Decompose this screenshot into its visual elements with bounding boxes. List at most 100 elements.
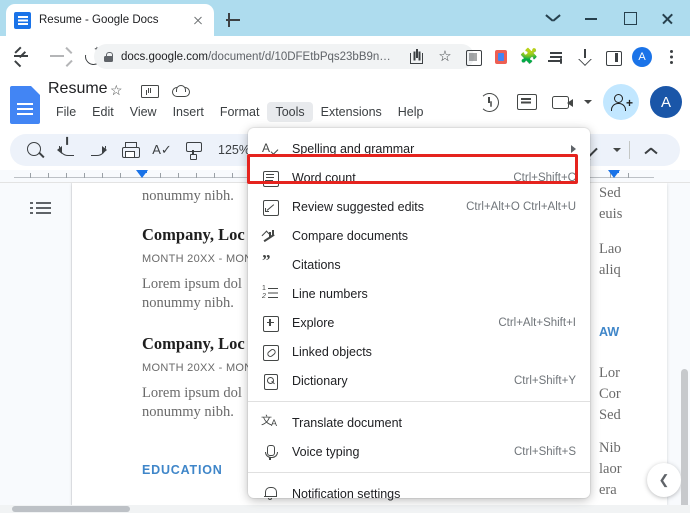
minimize-icon[interactable] bbox=[572, 3, 610, 33]
menu-tools[interactable]: Tools bbox=[267, 102, 312, 122]
menu-item-label: Line numbers bbox=[292, 287, 576, 301]
zoom-level[interactable]: 125% bbox=[218, 143, 250, 157]
url-path: /document/d/10DFEtbPqs23bB9n… bbox=[208, 51, 391, 63]
bookmark-star-icon[interactable]: ☆ bbox=[432, 44, 458, 70]
menu-item-translate-document[interactable]: Translate document bbox=[248, 408, 590, 437]
notification-settings-icon bbox=[260, 484, 280, 504]
redo-icon[interactable] bbox=[84, 136, 112, 164]
star-icon[interactable]: ☆ bbox=[110, 82, 127, 99]
menu-item-compare-documents[interactable]: Compare documents bbox=[248, 221, 590, 250]
menu-item-label: Explore bbox=[292, 316, 498, 330]
doc-paragraph: euis bbox=[599, 204, 689, 225]
menu-item-label: Linked objects bbox=[292, 345, 576, 359]
browser-window: Resume - Google Docs docs.google.com/doc… bbox=[0, 0, 690, 513]
citations-icon bbox=[260, 255, 280, 275]
forward-arrow-icon bbox=[42, 41, 72, 71]
right-indent-marker[interactable] bbox=[608, 170, 620, 181]
vertical-scrollbar[interactable] bbox=[681, 369, 688, 505]
menu-item-word-count[interactable]: Word count Ctrl+Shift+C bbox=[248, 163, 590, 192]
doc-paragraph: Lor bbox=[599, 363, 689, 384]
move-to-folder-icon[interactable] bbox=[141, 82, 158, 99]
menu-item-line-numbers[interactable]: 2 Line numbers bbox=[248, 279, 590, 308]
chevron-down-icon[interactable] bbox=[584, 100, 592, 104]
share-button[interactable]: + bbox=[603, 84, 639, 120]
puzzle-icon[interactable]: 🧩 bbox=[516, 44, 542, 70]
menu-item-notification-settings[interactable]: Notification settings bbox=[248, 479, 590, 508]
menu-item-spelling-and-grammar[interactable]: Spelling and grammar bbox=[248, 134, 590, 163]
browser-action-icons: ☆ 🧩 A bbox=[404, 44, 684, 70]
avatar[interactable]: A bbox=[650, 86, 682, 118]
menu-item-label: Notification settings bbox=[292, 487, 576, 501]
menu-item-dictionary[interactable]: Dictionary Ctrl+Shift+Y bbox=[248, 366, 590, 395]
menu-item-label: Word count bbox=[292, 171, 513, 185]
url-host: docs.google.com bbox=[121, 51, 208, 63]
address-bar-text: docs.google.com/document/d/10DFEtbPqs23b… bbox=[121, 51, 391, 63]
menu-item-label: Translate document bbox=[292, 416, 576, 430]
doc-paragraph: Sed bbox=[599, 183, 689, 204]
spelling-check-icon[interactable]: A✓ bbox=[148, 136, 176, 164]
chevron-down-icon[interactable] bbox=[534, 3, 572, 33]
extension-red-icon[interactable] bbox=[488, 44, 514, 70]
line-numbers-icon: 2 bbox=[260, 284, 280, 304]
close-window-icon[interactable] bbox=[648, 3, 686, 33]
share-page-icon[interactable] bbox=[404, 44, 430, 70]
left-indent-marker[interactable] bbox=[136, 170, 148, 181]
search-icon[interactable] bbox=[20, 136, 48, 164]
chevron-right-icon bbox=[571, 145, 576, 153]
menu-item-linked-objects[interactable]: Linked objects bbox=[248, 337, 590, 366]
menu-format[interactable]: Format bbox=[212, 102, 268, 122]
menu-view[interactable]: View bbox=[122, 102, 165, 122]
menu-insert[interactable]: Insert bbox=[165, 102, 212, 122]
menu-help[interactable]: Help bbox=[390, 102, 432, 122]
menu-item-citations[interactable]: Citations bbox=[248, 250, 590, 279]
menu-edit[interactable]: Edit bbox=[84, 102, 122, 122]
menu-item-shortcut: Ctrl+Alt+Shift+I bbox=[498, 317, 576, 329]
docs-header-actions: + A bbox=[473, 84, 682, 120]
translate-icon bbox=[260, 413, 280, 433]
docs-menu-bar: File Edit View Insert Format Tools Exten… bbox=[48, 102, 432, 122]
download-icon[interactable] bbox=[572, 44, 598, 70]
back-arrow-icon[interactable] bbox=[6, 41, 36, 71]
menu-item-voice-typing[interactable]: Voice typing Ctrl+Shift+S bbox=[248, 437, 590, 466]
google-meet-icon[interactable] bbox=[547, 86, 579, 118]
undo-icon[interactable] bbox=[52, 136, 80, 164]
qr-code-icon[interactable] bbox=[460, 44, 486, 70]
chevron-down-icon[interactable] bbox=[613, 148, 621, 152]
show-comments-icon[interactable] bbox=[510, 86, 542, 118]
reading-list-icon[interactable] bbox=[544, 44, 570, 70]
drive-saved-cloud-icon[interactable] bbox=[172, 82, 189, 99]
new-tab-button[interactable] bbox=[222, 9, 244, 31]
doc-paragraph: Nib bbox=[599, 438, 689, 459]
divider bbox=[629, 141, 630, 159]
divider bbox=[248, 401, 590, 402]
menu-file[interactable]: File bbox=[48, 102, 84, 122]
menu-extensions[interactable]: Extensions bbox=[313, 102, 390, 122]
menu-item-label: Voice typing bbox=[292, 445, 514, 459]
document-outline-icon[interactable] bbox=[30, 201, 52, 217]
tools-dropdown-menu[interactable]: Spelling and grammar Word count Ctrl+Shi… bbox=[248, 128, 590, 498]
spelling-grammar-icon bbox=[260, 139, 280, 159]
document-title[interactable]: Resume bbox=[48, 80, 108, 98]
document-right-column: Sed euis Lao aliq AW Lor Cor Sed Nib lao… bbox=[599, 183, 689, 505]
google-docs-logo-icon bbox=[10, 86, 40, 124]
paint-format-icon[interactable] bbox=[180, 136, 208, 164]
horizontal-scrollbar-thumb[interactable] bbox=[12, 506, 130, 512]
browser-tab-active[interactable]: Resume - Google Docs bbox=[6, 4, 214, 36]
menu-item-review-suggested-edits[interactable]: Review suggested edits Ctrl+Alt+O Ctrl+A… bbox=[248, 192, 590, 221]
close-icon[interactable] bbox=[190, 12, 206, 28]
print-icon[interactable] bbox=[116, 136, 144, 164]
window-controls bbox=[534, 0, 686, 36]
version-history-icon[interactable] bbox=[473, 86, 505, 118]
hide-menus-chevron-up-icon[interactable] bbox=[638, 136, 666, 164]
maximize-icon[interactable] bbox=[610, 3, 648, 33]
side-panel-icon[interactable] bbox=[600, 44, 626, 70]
menu-item-label: Spelling and grammar bbox=[292, 142, 563, 156]
review-edits-icon bbox=[260, 197, 280, 217]
menu-item-explore[interactable]: Explore Ctrl+Alt+Shift+I bbox=[248, 308, 590, 337]
kebab-menu-icon[interactable] bbox=[658, 44, 684, 70]
menu-item-shortcut: Ctrl+Alt+O Ctrl+Alt+U bbox=[466, 201, 576, 213]
word-count-icon bbox=[260, 168, 280, 188]
chevron-left-icon[interactable]: ❮ bbox=[647, 463, 681, 497]
menu-item-label: Citations bbox=[292, 258, 576, 272]
browser-profile-avatar[interactable]: A bbox=[632, 47, 652, 67]
